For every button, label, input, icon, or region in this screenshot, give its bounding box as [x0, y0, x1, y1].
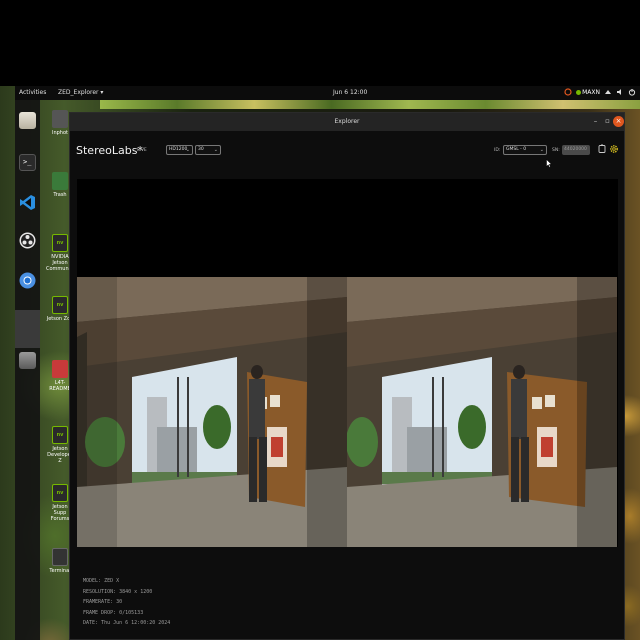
camera-id-label: ID: — [494, 148, 501, 153]
zed-explorer-app-icon[interactable] — [15, 310, 40, 348]
camera-id-select[interactable]: GMSL - 0 ⌄ — [503, 145, 547, 155]
system-tray[interactable]: MAXN — [564, 88, 636, 96]
resolution-select-value: HD1200 — [169, 147, 188, 152]
clock[interactable]: Jun 6 12:00 — [333, 89, 367, 96]
close-button[interactable]: × — [613, 116, 624, 127]
camera-id-select-value: GMSL - 0 — [506, 147, 527, 152]
nvidia-icon: nv — [52, 484, 68, 502]
terminal-app-icon[interactable]: >_ — [19, 154, 36, 171]
window-titlebar[interactable]: Explorer – ▫ × — [70, 113, 624, 131]
top-bar: Activities ZED_Explorer ▾ Jun 6 12:00 MA… — [15, 86, 640, 100]
terminal-icon — [52, 548, 68, 566]
app-menu[interactable]: ZED_Explorer ▾ — [58, 89, 103, 96]
video-viewport[interactable] — [77, 179, 618, 547]
nvidia-icon: nv — [52, 296, 68, 314]
resolution-select[interactable]: HD1200 ⌄ — [166, 145, 193, 155]
nvidia-icon: nv — [52, 426, 68, 444]
dock: >_ — [15, 100, 40, 640]
vscode-app-icon[interactable] — [19, 194, 36, 211]
serial-number-field: 44020000 — [562, 145, 590, 155]
activities-button[interactable]: Activities — [19, 89, 46, 96]
info-resolution: RESOLUTION: 3840 x 1200 — [83, 588, 153, 595]
record-icon[interactable] — [597, 144, 607, 154]
update-icon[interactable] — [564, 88, 572, 96]
fps-select-value: 30 — [198, 147, 204, 152]
window-title: Explorer — [334, 118, 360, 125]
info-frame-drop: FRAME DROP: 0/105133 — [83, 609, 144, 616]
nvidia-icon: nv — [52, 234, 68, 252]
desktop-icon-label: Trash — [53, 192, 67, 198]
chevron-down-icon: ⌄ — [213, 147, 218, 153]
obs-app-icon[interactable] — [19, 232, 36, 249]
camera-info-panel: MODEL: ZED X RESOLUTION: 3840 x 1200 FRA… — [83, 576, 170, 629]
disk-app-icon[interactable] — [19, 352, 36, 369]
desktop-icon-label: Jetson Supp Forums — [50, 504, 70, 522]
trash-icon — [52, 172, 68, 190]
chevron-down-icon: ⌄ — [539, 147, 544, 153]
maximize-button[interactable]: ▫ — [602, 116, 613, 127]
desktop-icon-label: Terminal — [49, 568, 71, 574]
info-model: MODEL: ZED X — [83, 578, 120, 584]
chevron-down-icon: ⌄ — [185, 147, 190, 153]
chromium-app-icon[interactable] — [19, 272, 36, 289]
settings-icon[interactable] — [609, 144, 619, 154]
nvidia-icon — [576, 89, 582, 95]
fps-select[interactable]: 30 ⌄ — [195, 145, 221, 155]
power-mode-label: MAXN — [582, 88, 600, 96]
info-framerate: FRAMERATE: 30 — [83, 599, 123, 605]
info-date: DATE: Thu Jun 6 12:00:20 2024 — [83, 620, 171, 626]
network-icon[interactable] — [604, 88, 612, 96]
right-camera-view — [347, 277, 617, 547]
explorer-toolbar: StereoLabs* LIVE HD1200 ⌄ 30 ⌄ ID: GMSL … — [70, 131, 624, 165]
left-camera-view — [77, 277, 347, 547]
live-label: LIVE — [137, 148, 147, 153]
desktop-icon-label: L4T-README — [49, 380, 71, 392]
minimize-button[interactable]: – — [590, 116, 601, 127]
folder-icon — [52, 360, 68, 378]
folder-icon — [52, 110, 68, 128]
desktop-icon-label: Inphot — [51, 130, 68, 136]
explorer-window: Explorer – ▫ × StereoLabs* LIVE HD1200 ⌄… — [69, 112, 625, 640]
power-icon[interactable] — [628, 88, 636, 96]
wallpaper-strip — [100, 99, 640, 109]
power-mode-indicator[interactable]: MAXN — [576, 89, 600, 96]
brand-logo: StereoLabs* — [76, 144, 143, 157]
volume-icon[interactable] — [616, 88, 624, 96]
serial-number-label: SN: — [552, 148, 560, 153]
mouse-cursor-icon — [546, 159, 552, 168]
files-app-icon[interactable] — [19, 112, 36, 129]
